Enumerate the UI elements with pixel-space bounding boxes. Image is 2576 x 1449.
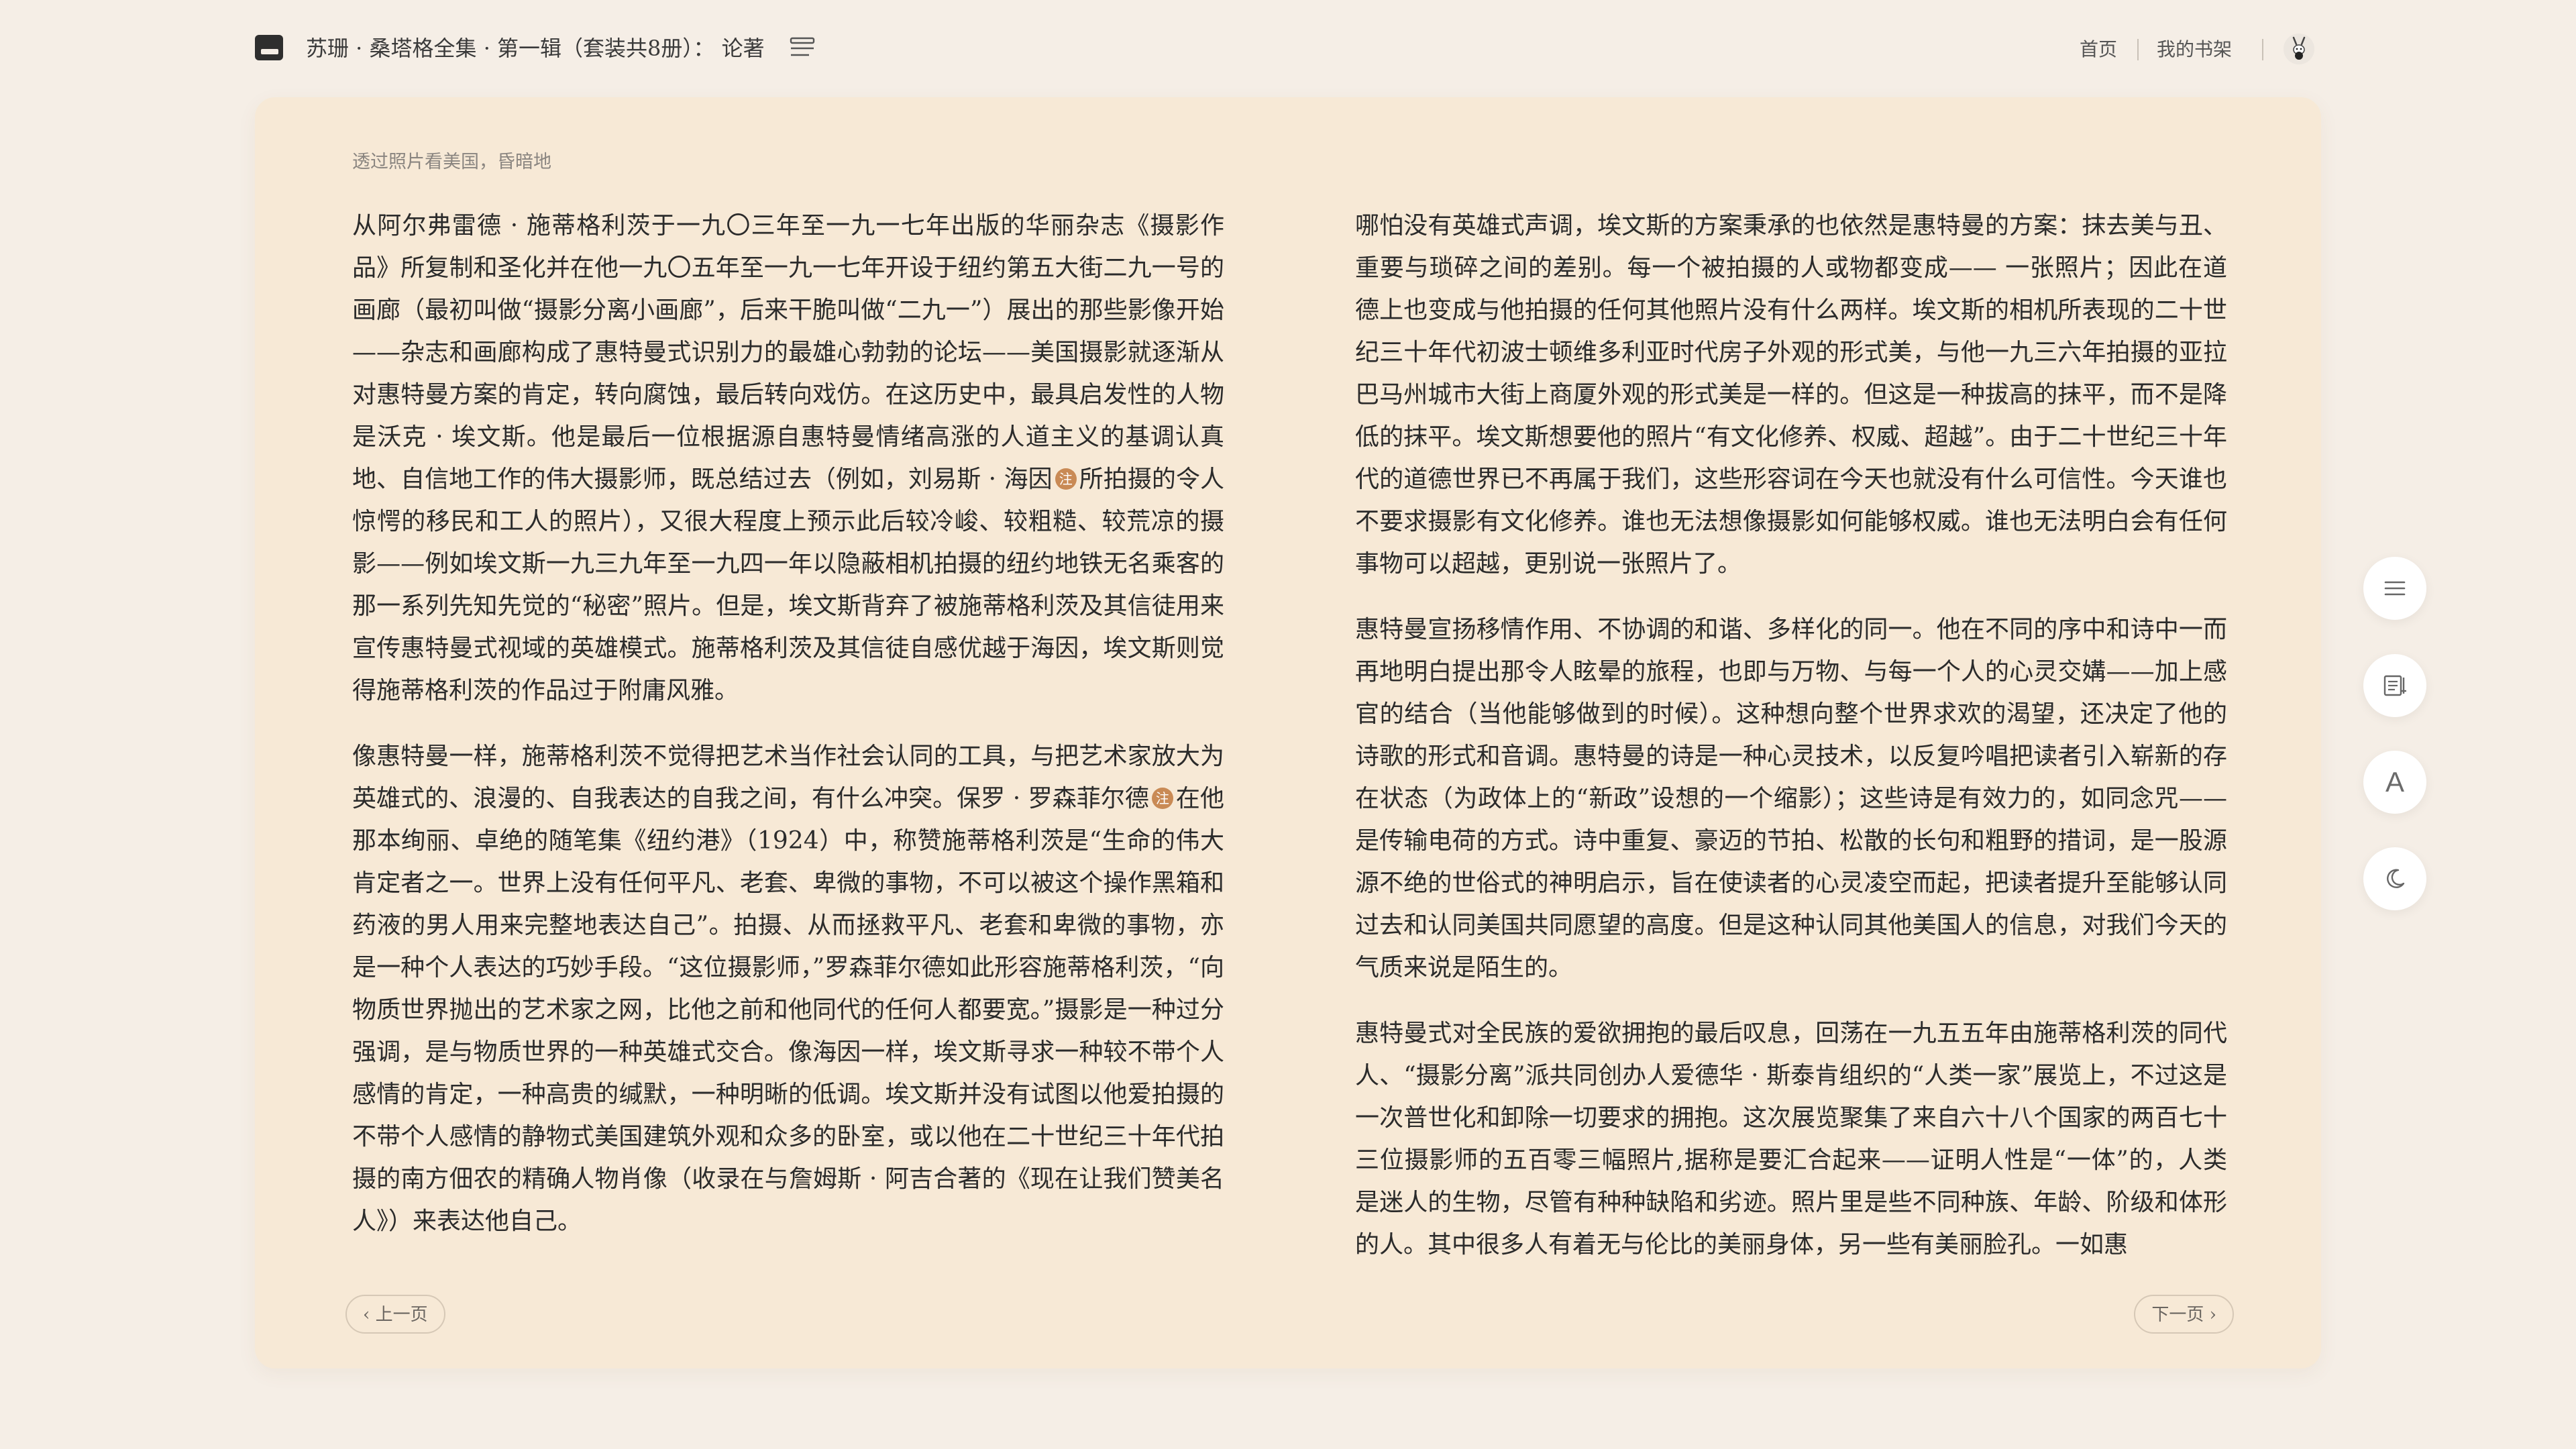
nav-divider xyxy=(2137,39,2139,60)
paragraph-text: 所拍摄的令人惊愕的移民和工人的照片），又很大程度上预示此后较冷峻、较粗糙、较荒凉… xyxy=(352,466,1224,704)
next-page-label: 下一页 xyxy=(2151,1305,2204,1325)
font-settings-button[interactable]: A xyxy=(2363,751,2426,814)
dark-mode-button[interactable] xyxy=(2363,847,2426,910)
paragraph: 从阿尔弗雷德 · 施蒂格利茨于一九〇三年至一九一七年出版的华丽杂志《摄影作品》所… xyxy=(352,205,1224,712)
paragraph-text: 从阿尔弗雷德 · 施蒂格利茨于一九〇三年至一九一七年出版的华丽杂志《摄影作品》所… xyxy=(352,212,1224,493)
chapter-title: 透过照片看美国，昏暗地 xyxy=(352,152,551,172)
left-text-column: 从阿尔弗雷德 · 施蒂格利茨于一九〇三年至一九一七年出版的华丽杂志《摄影作品》所… xyxy=(352,205,1224,1266)
top-bar: 苏珊 · 桑塔格全集 · 第一辑（套装共8册）： 论著 首页 我的书架 xyxy=(255,27,2321,70)
moon-icon xyxy=(2387,869,2405,888)
prev-page-button[interactable]: ‹ 上一页 xyxy=(345,1295,445,1334)
bookshelf-link[interactable]: 我的书架 xyxy=(2157,36,2232,63)
book-detail-icon[interactable] xyxy=(789,36,816,60)
paragraph-text: 像惠特曼一样，施蒂格利茨不觉得把艺术当作社会认同的工具，与把艺术家放大为英雄式的… xyxy=(352,743,1224,812)
menu-icon xyxy=(2384,581,2406,596)
paragraph: 惠特曼宣扬移情作用、不协调的和谐、多样化的同一。他在不同的序中和诗中一而再地明白… xyxy=(1355,616,2227,981)
footnote-marker[interactable]: 注 xyxy=(1151,788,1173,809)
home-link[interactable]: 首页 xyxy=(2080,36,2117,63)
notes-button[interactable] xyxy=(2363,654,2426,717)
paragraph: 哪怕没有英雄式声调，埃文斯的方案秉承的也依然是惠特曼的方案：抹去美与丑、重要与琐… xyxy=(1355,212,2227,578)
catalog-button[interactable] xyxy=(2363,557,2426,620)
reader-page: 透过照片看美国，昏暗地 从阿尔弗雷德 · 施蒂格利茨于一九〇三年至一九一七年出版… xyxy=(255,97,2321,1368)
footnote-marker[interactable]: 注 xyxy=(1055,468,1077,490)
right-text-column: 哪怕没有英雄式声调，埃文斯的方案秉承的也依然是惠特曼的方案：抹去美与丑、重要与琐… xyxy=(1355,205,2227,1289)
nav-divider xyxy=(2262,39,2263,60)
book-title: 苏珊 · 桑塔格全集 · 第一辑（套装共8册）： 论著 xyxy=(306,36,765,61)
header-nav: 首页 我的书架 xyxy=(2080,27,2321,70)
font-icon: A xyxy=(2385,766,2404,798)
next-page-button[interactable]: 下一页 › xyxy=(2134,1295,2234,1334)
app-logo-icon[interactable] xyxy=(255,35,283,60)
prev-page-label: 上一页 xyxy=(375,1305,428,1325)
paragraph: 惠特曼式对全民族的爱欲拥抱的最后叹息，回荡在一九五五年由施蒂格利茨的同代人、“摄… xyxy=(1355,1020,2227,1258)
paragraph-text: 在他那本绚丽、卓绝的随笔集《纽约港》（1924）中，称赞施蒂格利茨是“生命的伟大… xyxy=(352,785,1224,1235)
notes-icon xyxy=(2383,675,2406,696)
user-avatar[interactable] xyxy=(2284,34,2314,64)
paragraph: 像惠特曼一样，施蒂格利茨不觉得把艺术当作社会认同的工具，与把艺术家放大为英雄式的… xyxy=(352,735,1224,1242)
